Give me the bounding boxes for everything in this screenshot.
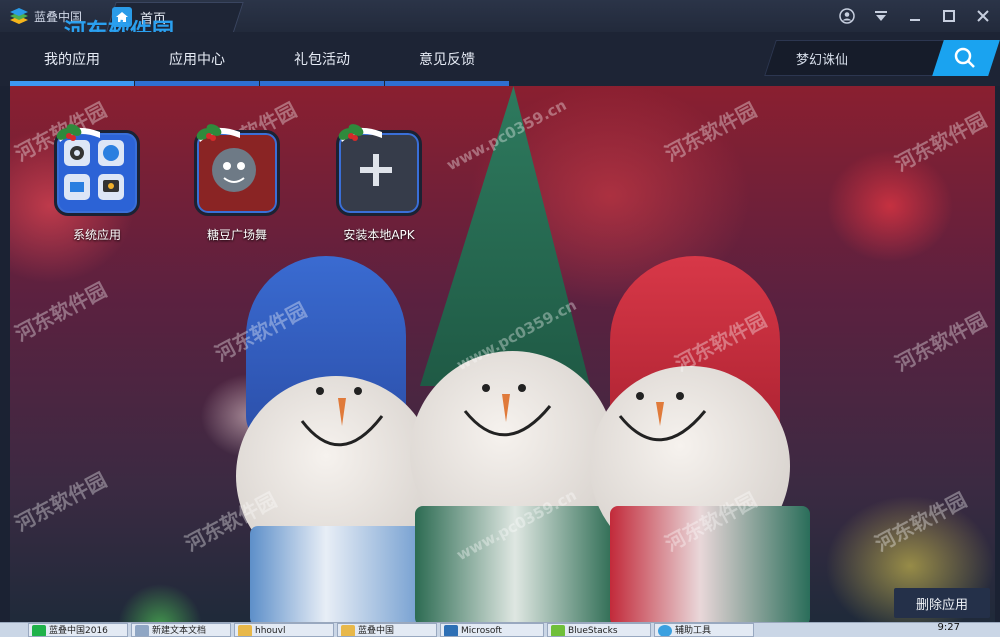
document-icon	[135, 625, 149, 636]
tab-gift-activities[interactable]: 礼包活动	[260, 32, 384, 86]
delete-apps-button[interactable]: 删除应用	[894, 588, 990, 618]
app-icon	[32, 625, 46, 636]
holly-decoration-icon	[196, 124, 240, 142]
maximize-button[interactable]	[932, 0, 966, 32]
tab-app-center[interactable]: 应用中心	[135, 32, 259, 86]
minimize-button[interactable]	[898, 0, 932, 32]
folder-icon	[238, 625, 252, 636]
window-icon	[444, 625, 458, 636]
search-bar: 梦幻诛仙	[764, 40, 1000, 76]
tab-label: 我的应用	[44, 52, 100, 68]
app-system-apps[interactable]: 系统应用	[42, 124, 152, 243]
search-input-frame[interactable]	[764, 40, 956, 76]
tab-my-apps[interactable]: 我的应用	[10, 32, 134, 86]
minimize-icon	[910, 19, 920, 21]
menu-dropdown-icon	[875, 11, 887, 21]
taskbar-item[interactable]: 新建文本文档	[131, 623, 231, 637]
taskbar-item[interactable]: 蓝叠中国2016	[28, 623, 128, 637]
maximize-icon	[943, 10, 955, 22]
user-icon	[839, 8, 855, 24]
nav-bar: 我的应用 应用中心 礼包活动 意见反馈 梦幻诛仙	[0, 32, 1000, 86]
menu-button[interactable]	[864, 0, 898, 32]
app-tangdou[interactable]: 糖豆广场舞	[182, 124, 292, 243]
taskbar-item[interactable]: 辅助工具	[654, 623, 754, 637]
snowman-faces	[300, 384, 707, 447]
wallpaper-area: 河东软件园 河东软件园 www.pc0359.cn 河东软件园 河东软件园 河东…	[10, 86, 995, 622]
taskbar-item[interactable]: 蓝叠中国	[337, 623, 437, 637]
close-button[interactable]	[966, 0, 1000, 32]
search-input[interactable]: 梦幻诛仙	[796, 49, 848, 68]
app-label: 安装本地APK	[343, 228, 415, 242]
tool-icon	[658, 625, 672, 636]
account-button[interactable]	[830, 0, 864, 32]
app-install-apk[interactable]: 安装本地APK	[324, 124, 434, 243]
taskbar-item[interactable]: Microsoft	[440, 623, 544, 637]
tab-feedback[interactable]: 意见反馈	[385, 32, 509, 86]
app-label: 糖豆广场舞	[206, 228, 267, 242]
holly-decoration-icon	[338, 124, 382, 142]
taskbar-item[interactable]: BlueStacks	[547, 623, 651, 637]
bluestacks-icon	[551, 625, 565, 636]
system-clock: 9:27	[937, 622, 960, 633]
tab-label: 意见反馈	[419, 52, 475, 68]
taskbar-item[interactable]: hhouvl	[234, 623, 334, 637]
holly-decoration-icon	[56, 124, 100, 142]
windows-taskbar: 蓝叠中国2016 新建文本文档 hhouvl 蓝叠中国 Microsoft Bl…	[0, 622, 1000, 637]
app-label: 系统应用	[72, 228, 121, 242]
tab-label: 礼包活动	[294, 52, 350, 68]
bluestacks-logo-icon	[10, 8, 28, 24]
tab-label: 应用中心	[169, 52, 225, 68]
folder-icon	[341, 625, 355, 636]
search-icon[interactable]	[952, 45, 978, 71]
close-icon	[977, 10, 989, 22]
